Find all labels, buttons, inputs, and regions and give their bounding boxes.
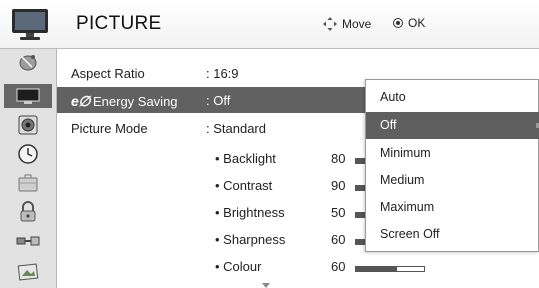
option-screen-off[interactable]: Screen Off <box>366 221 539 248</box>
row-label: • Colour <box>215 259 262 274</box>
sidebar-item-audio[interactable] <box>4 113 52 137</box>
row-label: Aspect Ratio <box>71 66 145 81</box>
ok-label: OK <box>408 16 426 30</box>
row-label: Picture Mode <box>71 121 148 136</box>
scroll-down-arrow-icon[interactable] <box>262 283 270 288</box>
row-value: : 16:9 <box>206 66 239 81</box>
photo-icon <box>17 263 39 281</box>
option-medium[interactable]: Medium <box>366 167 539 194</box>
option-label: Auto <box>380 90 406 104</box>
ok-hint: OK <box>393 16 425 30</box>
ok-button-icon <box>393 18 403 28</box>
sidebar-item-picture[interactable] <box>4 84 52 108</box>
row-label: • Brightness <box>215 205 285 220</box>
tv-monitor-icon <box>10 6 50 42</box>
row-value: : Standard <box>206 121 266 136</box>
speaker-icon <box>18 115 38 135</box>
sidebar-item-lock[interactable] <box>4 200 52 224</box>
energy-saving-logo-icon: e∅ <box>71 93 90 109</box>
sidebar-item-option[interactable] <box>4 171 52 195</box>
option-label: Maximum <box>380 200 435 214</box>
row-label-group: e∅ Energy Saving <box>71 93 178 110</box>
row-value: 50 <box>331 205 346 220</box>
row-label: • Sharpness <box>215 232 286 247</box>
padlock-icon <box>20 201 36 222</box>
level-bar <box>355 266 425 272</box>
option-auto[interactable]: Auto <box>366 84 539 111</box>
sidebar-item-my-media[interactable] <box>4 259 52 283</box>
row-label: • Backlight <box>215 151 276 166</box>
satellite-dish-icon <box>19 55 37 71</box>
input-cable-icon <box>16 236 40 246</box>
row-colour[interactable]: • Colour 60 <box>57 253 539 279</box>
option-label: Screen Off <box>380 227 440 241</box>
option-label: Off <box>380 118 397 132</box>
sidebar-item-input[interactable] <box>4 229 52 253</box>
move-label: Move <box>342 17 372 31</box>
clock-icon <box>18 144 38 164</box>
row-value: 60 <box>331 259 346 274</box>
four-way-arrow-icon <box>323 17 337 31</box>
option-maximum[interactable]: Maximum <box>366 194 539 221</box>
row-value: 60 <box>331 232 346 247</box>
sidebar-item-time[interactable] <box>4 142 52 166</box>
sidebar-item-setup[interactable] <box>4 51 52 75</box>
suitcase-icon <box>18 174 38 192</box>
move-hint: Move <box>322 16 371 32</box>
option-label: Medium <box>380 173 425 187</box>
energy-saving-dropdown: Auto Off Minimum Medium Maximum Screen O… <box>365 79 539 252</box>
option-label: Minimum <box>380 146 431 160</box>
row-value: 90 <box>331 178 346 193</box>
row-value: : Off <box>206 93 231 108</box>
option-off[interactable]: Off <box>366 112 539 139</box>
option-minimum[interactable]: Minimum <box>366 140 539 167</box>
tv-screen-icon <box>16 88 40 104</box>
row-value: 80 <box>331 151 346 166</box>
picture-menu-window: PICTURE Move OK Aspect Ratio: 16:9 e∅ E… <box>0 0 539 288</box>
row-label: • Contrast <box>215 178 273 193</box>
page-title: PICTURE <box>76 13 162 34</box>
menu-header: PICTURE Move OK <box>0 0 539 49</box>
row-label: Energy Saving <box>92 94 178 109</box>
category-sidebar <box>0 49 57 288</box>
